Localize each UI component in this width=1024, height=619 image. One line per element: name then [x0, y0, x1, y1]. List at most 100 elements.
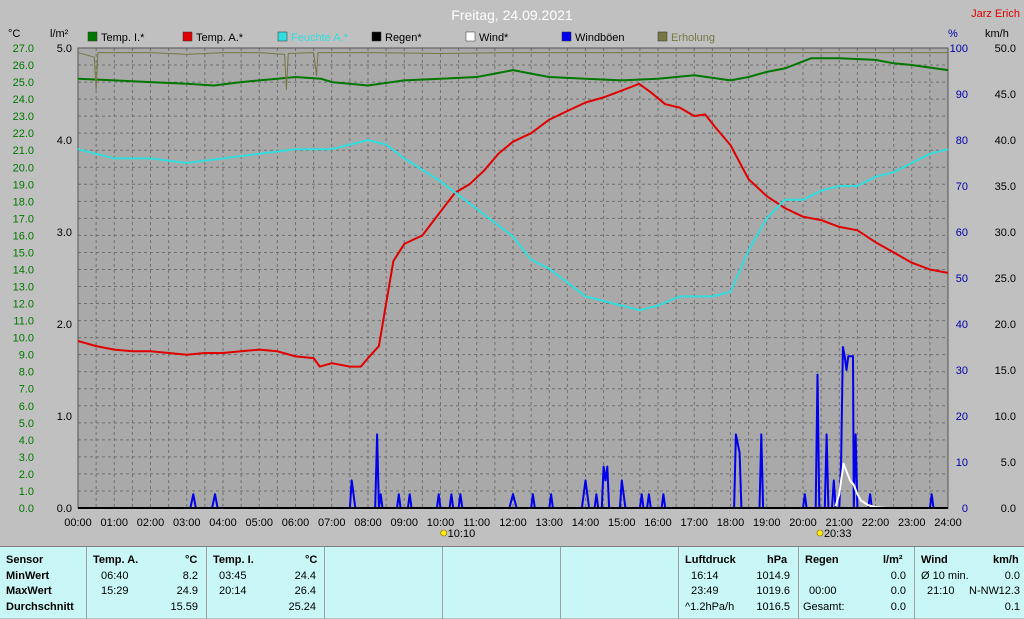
y-tick-label-humidity: 80 — [956, 135, 968, 147]
y-tick-label-temp: 4.0 — [19, 435, 34, 447]
temp-a-header: Temp. A. — [93, 554, 139, 566]
sun-marker-time: 10:10 — [448, 528, 476, 540]
legend-label: Temp. I.* — [101, 32, 145, 44]
legend-label: Windböen — [575, 32, 625, 44]
x-tick-label: 16:00 — [644, 517, 672, 529]
wind-header: Wind — [921, 554, 948, 566]
legend-entry: Erholung — [657, 31, 715, 44]
chart-canvas: 0.0 1.0 2.0 3.0 4.0 5.0 6.0 7.0 8.0 9.0 10.0 11.0 12… — [8, 7, 1020, 540]
pressure-unit: hPa — [767, 554, 788, 566]
temp-a-avg: 15.59 — [170, 601, 198, 613]
stats-wind: Wind km/h Ø 10 min. 0.0 21:10 N-NW 12.3 … — [914, 547, 1024, 619]
x-tick-label: 14:00 — [572, 517, 600, 529]
y-tick-label-rain: 5.0 — [57, 43, 72, 55]
y-tick-label-wind: 0.0 — [1001, 503, 1016, 515]
wind-row3: 0.1 — [1004, 601, 1020, 613]
x-tick-label: 13:00 — [535, 517, 563, 529]
y-tick-label-temp: 19.0 — [13, 179, 34, 191]
temp-i-min: 24.4 — [294, 570, 316, 582]
y-tick-label-rain: 2.0 — [57, 319, 72, 331]
y-tick-label-rain: 3.0 — [57, 227, 72, 239]
rain-unit: l/m² — [883, 554, 903, 566]
stats-pressure: Luftdruck hPa 16:14 1014.9 23:49 1019.6 … — [678, 547, 798, 619]
y-tick-label-humidity: 10 — [956, 457, 968, 469]
x-tick-label: 19:00 — [753, 517, 781, 529]
y-tick-label-temp: 12.0 — [13, 299, 34, 311]
x-tick-label: 01:00 — [100, 517, 128, 529]
rain-header: Regen — [805, 554, 839, 566]
legend-entry: Feuchte A.* — [277, 31, 349, 44]
x-tick-label: 05:00 — [245, 517, 273, 529]
y-tick-label-temp: 5.0 — [19, 418, 34, 430]
y-tick-label-temp: 25.0 — [13, 77, 34, 89]
temp-i-unit: °C — [305, 554, 318, 566]
y-tick-label-temp: 24.0 — [13, 94, 34, 106]
y-tick-label-wind: 40.0 — [995, 135, 1016, 147]
y-tick-label-wind: 35.0 — [995, 181, 1016, 193]
y-tick-label-wind: 5.0 — [1001, 457, 1016, 469]
y-tick-label-temp: 18.0 — [13, 196, 34, 208]
wind-max-time: 21:10 — [927, 585, 955, 597]
y-tick-label-humidity: 70 — [956, 181, 968, 193]
wind-avg: 0.0 — [1004, 570, 1020, 582]
y-tick-label-temp: 8.0 — [19, 367, 34, 379]
sun-icon — [816, 529, 824, 537]
stats-sensor-column: Sensor MinWert MaxWert Durchschnitt — [0, 547, 86, 619]
legend-swatch — [561, 31, 572, 42]
unit-label-wind: km/h — [985, 28, 1009, 40]
rain-total: 0.0 — [890, 601, 906, 613]
y-tick-label-temp: 9.0 — [19, 350, 34, 362]
x-tick-label: 15:00 — [608, 517, 636, 529]
y-tick-label-humidity: 40 — [956, 319, 968, 331]
y-tick-label-temp: 3.0 — [19, 452, 34, 464]
temp-i-max-time: 20:14 — [219, 585, 247, 597]
y-tick-label-temp: 23.0 — [13, 111, 34, 123]
y-tick-label-temp: 15.0 — [13, 247, 34, 259]
stats-empty-1 — [324, 547, 442, 619]
y-tick-label-temp: 22.0 — [13, 128, 34, 140]
sun-marker-time: 20:33 — [824, 528, 852, 540]
legend-label: Temp. A.* — [196, 32, 244, 44]
y-tick-label-wind: 45.0 — [995, 89, 1016, 101]
pressure-max-time: 23:49 — [691, 585, 719, 597]
y-tick-label-rain: 1.0 — [57, 411, 72, 423]
rain-row2-value: 0.0 — [890, 585, 906, 597]
y-tick-label-temp: 21.0 — [13, 145, 34, 157]
x-tick-label: 18:00 — [717, 517, 745, 529]
temp-i-max: 26.4 — [294, 585, 316, 597]
legend-swatch — [277, 31, 288, 42]
legend-label: Erholung — [671, 32, 715, 44]
y-tick-label-temp: 1.0 — [19, 486, 34, 498]
x-tick-label: 03:00 — [173, 517, 201, 529]
y-tick-label-wind: 30.0 — [995, 227, 1016, 239]
x-tick-label: 02:00 — [137, 517, 165, 529]
rain-total-label: Gesamt: — [803, 601, 845, 613]
pressure-min: 1014.9 — [756, 570, 790, 582]
rain-row2-time: 00:00 — [809, 585, 837, 597]
y-tick-label-humidity: 90 — [956, 89, 968, 101]
legend-swatch — [465, 31, 476, 42]
legend-swatch — [87, 31, 98, 42]
legend-label: Regen* — [385, 32, 422, 44]
temp-i-avg: 25.24 — [288, 601, 316, 613]
station-name: Jarz Erich — [971, 8, 1020, 20]
y-tick-label-temp: 6.0 — [19, 401, 34, 413]
temp-i-min-time: 03:45 — [219, 570, 247, 582]
legend-swatch — [182, 31, 193, 42]
y-tick-label-temp: 26.0 — [13, 60, 34, 72]
y-tick-label-wind: 10.0 — [995, 411, 1016, 423]
stats-empty-2 — [442, 547, 560, 619]
x-tick-label: 17:00 — [680, 517, 708, 529]
x-tick-label: 12:00 — [499, 517, 527, 529]
y-tick-label-rain: 0.0 — [57, 503, 72, 515]
weather-chart: 0.0 1.0 2.0 3.0 4.0 5.0 6.0 7.0 8.0 9.0 10.0 11.0 12… — [0, 0, 1024, 546]
wind-avg-label: Ø 10 min. — [921, 570, 969, 582]
wind-max-direction: N-NW — [969, 585, 999, 597]
y-tick-label-wind: 50.0 — [995, 43, 1016, 55]
y-tick-label-humidity: 20 — [956, 411, 968, 423]
pressure-max: 1019.6 — [756, 585, 790, 597]
x-tick-label: 07:00 — [318, 517, 346, 529]
statistics-panel: Sensor MinWert MaxWert Durchschnitt Temp… — [0, 546, 1024, 619]
y-tick-label-humidity: 30 — [956, 365, 968, 377]
legend-label: Wind* — [479, 32, 509, 44]
